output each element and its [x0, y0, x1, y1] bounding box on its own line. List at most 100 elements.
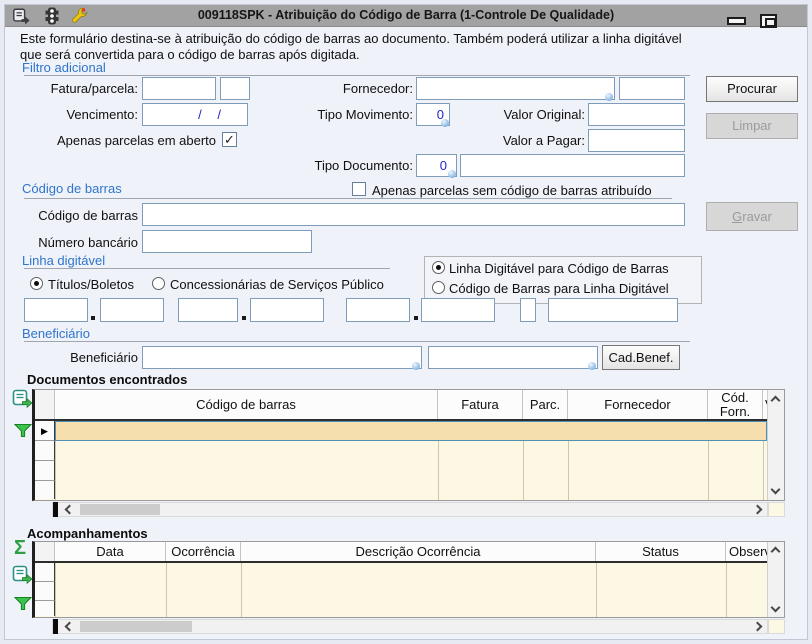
scroll-left-icon[interactable] [65, 505, 75, 515]
parcela-input[interactable] [220, 77, 250, 100]
row-selector-cell[interactable] [35, 481, 55, 499]
fornecedor-codigo-input[interactable] [619, 77, 685, 100]
column-header-descricao-ocorrencia[interactable]: Descrição Ocorrência [241, 542, 596, 561]
fatura-parcela-label: Fatura/parcela: [20, 81, 138, 96]
cb-para-ld-radio[interactable] [432, 281, 445, 294]
scroll-down-icon[interactable] [771, 603, 781, 613]
exit-form-icon[interactable] [12, 7, 30, 25]
column-separator [726, 563, 727, 617]
fornecedor-input[interactable] [416, 77, 615, 100]
splitter-handle[interactable] [53, 502, 58, 517]
procurar-button[interactable]: Procurar [706, 76, 798, 102]
apenas-em-aberto-checkbox[interactable]: ✓ [222, 132, 237, 147]
beneficiario-nome-input[interactable] [428, 346, 598, 369]
ld-para-cb-radio[interactable] [432, 261, 445, 274]
column-header-codigo-de-barras[interactable]: Código de barras [55, 390, 438, 419]
row-selector-cell[interactable] [35, 601, 55, 616]
beneficiario-label: Beneficiário [20, 350, 138, 365]
scroll-right-icon[interactable] [753, 505, 763, 515]
section-beneficiario: Beneficiário [22, 326, 90, 341]
concessionarias-label: Concessionárias de Serviços Público [170, 277, 384, 292]
splitter-handle[interactable] [53, 619, 58, 634]
lookup-hint-icon [448, 170, 456, 178]
minimize-button[interactable] [727, 17, 746, 25]
linha-segment-4-input[interactable] [250, 298, 324, 322]
valor-original-label: Valor Original: [485, 107, 585, 122]
current-row-selector-cell[interactable]: ▶ [35, 421, 55, 441]
concessionarias-radio[interactable] [152, 277, 165, 290]
section-linha-digitavel: Linha digitável [22, 253, 105, 268]
acompanhamentos-grid: Data Ocorrência Descrição Ocorrência Sta… [32, 541, 785, 618]
filter-funnel-icon[interactable] [14, 596, 32, 614]
tipo-documento-label: Tipo Documento: [313, 158, 413, 173]
scroll-down-icon[interactable] [771, 485, 781, 495]
maximize-button[interactable] [760, 14, 777, 28]
linha-dv-input[interactable] [520, 298, 536, 322]
window-title: 009118SPK - Atribuição do Código de Barr… [115, 8, 697, 22]
titulos-boletos-radio[interactable] [30, 277, 43, 290]
export-records-icon[interactable] [12, 389, 33, 412]
column-header-fornecedor[interactable]: Fornecedor [568, 390, 708, 419]
linha-segment-7-input[interactable] [548, 298, 678, 322]
acompanhamentos-grid-header: Data Ocorrência Descrição Ocorrência Sta… [35, 542, 767, 563]
column-header-observacao[interactable]: Observ [726, 542, 767, 561]
vencimento-input[interactable] [142, 103, 248, 126]
documentos-vertical-scrollbar[interactable] [767, 390, 784, 500]
gravar-button[interactable]: Gravar [706, 202, 798, 231]
column-header-status[interactable]: Status [596, 542, 726, 561]
acompanhamentos-vertical-scrollbar[interactable] [767, 542, 784, 617]
linha-segment-5-input[interactable] [346, 298, 410, 322]
numero-bancario-input[interactable] [142, 230, 312, 253]
column-header-data[interactable]: Data [55, 542, 166, 561]
documentos-grid-header: Código de barras Fatura Parc. Fornecedor… [35, 390, 767, 421]
linha-segment-2-input[interactable] [100, 298, 164, 322]
wrench-icon[interactable] [71, 7, 89, 25]
codigo-de-barras-label: Código de barras [20, 208, 138, 223]
scroll-right-icon[interactable] [753, 622, 763, 632]
column-separator [596, 563, 597, 617]
scroll-up-icon[interactable] [771, 547, 781, 557]
ld-para-cb-label: Linha Digitável para Código de Barras [449, 261, 669, 276]
row-selector-header [35, 542, 55, 561]
selected-grid-row[interactable] [55, 421, 767, 441]
column-header-ocorrencia[interactable]: Ocorrência [166, 542, 241, 561]
apenas-em-aberto-label: Apenas parcelas em aberto [20, 133, 216, 148]
scrollbar-thumb[interactable] [80, 621, 192, 632]
limpar-button[interactable]: Limpar [706, 113, 798, 139]
scroll-up-icon[interactable] [771, 396, 781, 406]
cad-benef-button[interactable]: Cad.Benef. [602, 345, 680, 370]
sem-codigo-checkbox-label: Apenas parcelas sem código de barras atr… [372, 183, 652, 198]
row-selector-cell[interactable] [35, 582, 55, 601]
column-separator [166, 563, 167, 617]
lookup-hint-icon [605, 93, 613, 101]
traffic-light-icon[interactable] [43, 7, 61, 25]
linha-segment-6-input[interactable] [421, 298, 495, 322]
divider [24, 75, 690, 76]
beneficiario-input[interactable] [142, 346, 422, 369]
column-header-parc[interactable]: Parc. [523, 390, 568, 419]
linha-segment-3-input[interactable] [178, 298, 238, 322]
segment-separator-dot [414, 316, 418, 320]
valor-original-input[interactable] [588, 103, 685, 126]
sum-sigma-icon[interactable]: Σ [14, 538, 26, 558]
documentos-grid: Código de barras Fatura Parc. Fornecedor… [32, 389, 785, 501]
row-selector-cell[interactable] [35, 461, 55, 481]
fatura-input[interactable] [142, 77, 216, 100]
titlebar: 009118SPK - Atribuição do Código de Barr… [5, 5, 807, 27]
filter-funnel-icon[interactable] [14, 423, 32, 441]
documentos-horizontal-scrollbar[interactable] [52, 502, 768, 517]
scroll-left-icon[interactable] [65, 622, 75, 632]
codigo-de-barras-input[interactable] [142, 203, 685, 226]
row-selector-cell[interactable] [35, 563, 55, 582]
sem-codigo-checkbox[interactable] [352, 182, 366, 196]
row-selector-cell[interactable] [35, 441, 55, 461]
acompanhamentos-horizontal-scrollbar[interactable] [52, 619, 768, 634]
export-records-icon[interactable] [12, 565, 33, 588]
tipo-documento-descricao-input[interactable] [460, 154, 685, 177]
valor-a-pagar-input[interactable] [588, 129, 685, 152]
column-header-fatura[interactable]: Fatura [438, 390, 523, 419]
linha-segment-1-input[interactable] [24, 298, 88, 322]
scrollbar-thumb[interactable] [80, 504, 160, 515]
row-selector-header [35, 390, 55, 419]
column-header-cod-forn[interactable]: Cód. Forn. [708, 390, 763, 419]
